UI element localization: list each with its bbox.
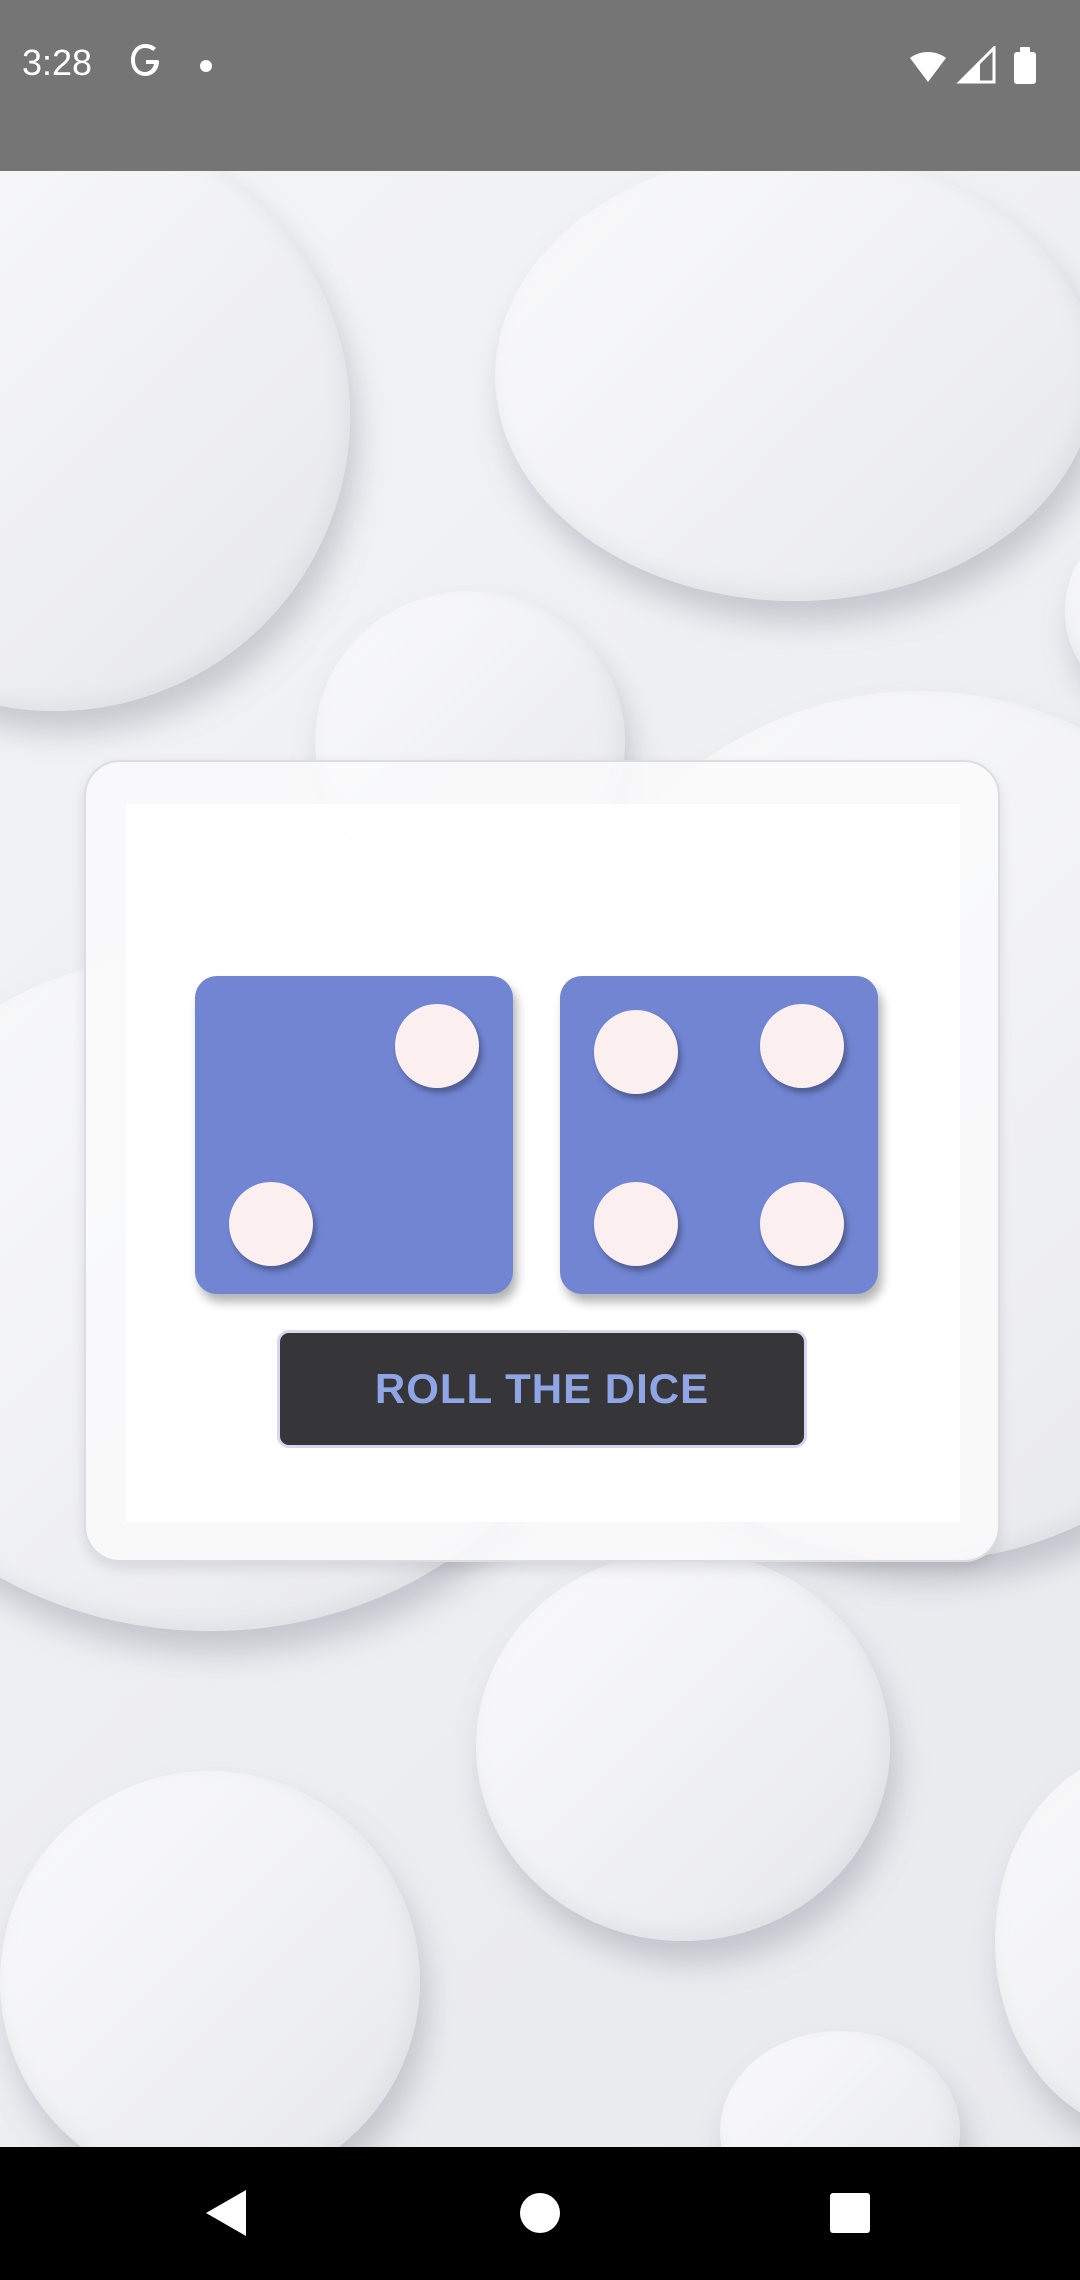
battery-icon <box>1014 47 1036 84</box>
navigation-bar <box>0 2147 1080 2280</box>
home-button[interactable] <box>500 2177 580 2249</box>
die-left <box>195 976 513 1294</box>
back-icon <box>206 2190 246 2236</box>
die-pip <box>594 1010 678 1094</box>
home-icon <box>520 2193 560 2233</box>
dice-roller-screen: 3:28 ROLL THE DICE <box>0 0 1080 2280</box>
back-button[interactable] <box>185 2177 265 2249</box>
wifi-icon <box>910 52 946 82</box>
bubble-decoration <box>1065 521 1080 701</box>
status-time: 3:28 <box>22 42 93 83</box>
signal-icon <box>956 46 996 84</box>
dice-card-panel: ROLL THE DICE <box>126 804 960 1522</box>
status-bar: 3:28 <box>0 0 1080 171</box>
roll-dice-button-label: ROLL THE DICE <box>374 1365 710 1412</box>
bubble-decoration <box>0 171 350 711</box>
status-icons <box>910 46 1036 84</box>
bubble-decoration <box>495 171 1080 601</box>
bubble-decoration <box>476 1551 890 1941</box>
bubble-decoration <box>995 1751 1080 2131</box>
die-pip <box>594 1182 678 1266</box>
bubble-decoration <box>720 2031 960 2147</box>
recents-icon <box>830 2193 870 2233</box>
die-pip <box>395 1004 479 1088</box>
google-icon <box>131 44 159 76</box>
die-pip <box>229 1182 313 1266</box>
die-right <box>560 976 878 1294</box>
die-pip <box>760 1004 844 1088</box>
bubble-decoration <box>0 1771 420 2147</box>
die-pip <box>760 1182 844 1266</box>
dice-card: ROLL THE DICE <box>84 760 1000 1562</box>
notification-dot-icon <box>200 60 212 72</box>
recents-button[interactable] <box>810 2177 890 2249</box>
roll-dice-button[interactable]: ROLL THE DICE <box>277 1330 807 1448</box>
